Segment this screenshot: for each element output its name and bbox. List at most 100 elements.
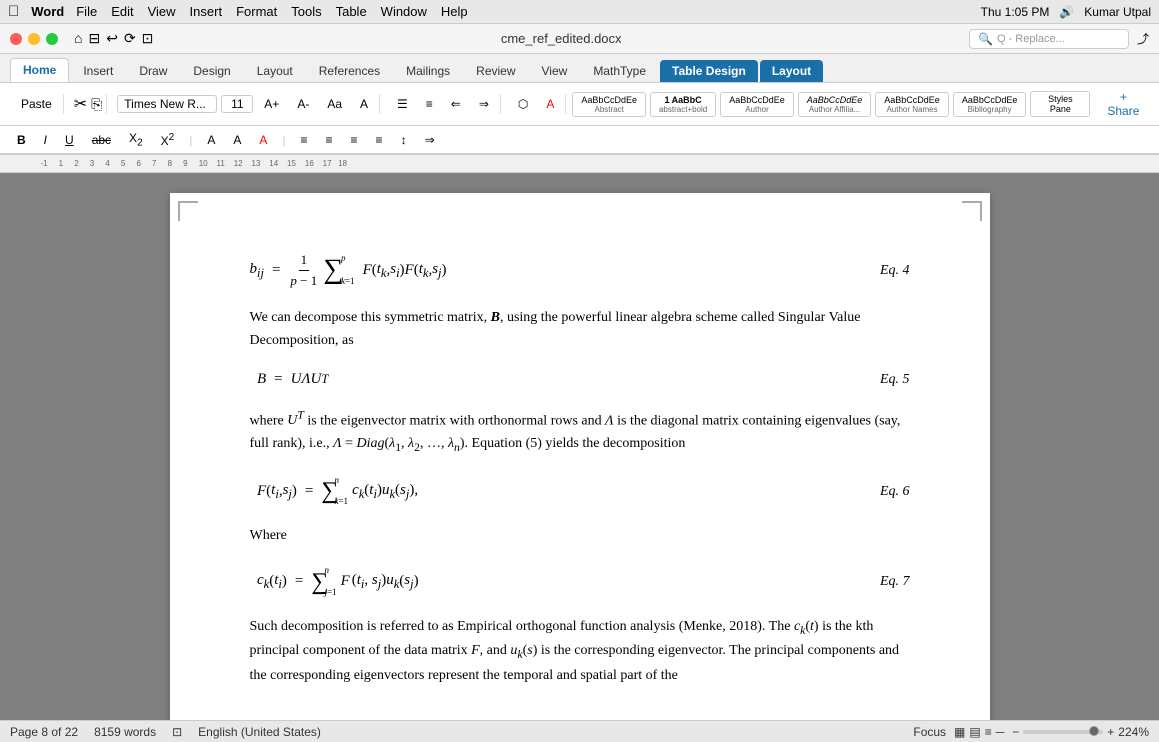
close-button[interactable] — [10, 33, 22, 45]
tab-home[interactable]: Home — [10, 58, 69, 82]
bold-button[interactable]: B — [10, 130, 33, 150]
strikethrough-button[interactable]: abc — [85, 130, 118, 150]
paste-button[interactable]: Paste — [14, 94, 59, 114]
align-left-button[interactable]: ⬡ — [511, 94, 535, 114]
tab-table-design[interactable]: Table Design — [660, 60, 758, 82]
style-author-affil[interactable]: AaBbCcDdEe Author Affilia... — [798, 92, 872, 117]
indent-less-button[interactable]: ⇐ — [444, 94, 468, 114]
tab-mathtype[interactable]: MathType — [581, 60, 658, 82]
undo-icon[interactable]: ↩ — [106, 30, 118, 47]
menubar-volume[interactable]: 🔊 — [1059, 5, 1074, 19]
redo-icon[interactable]: ⟳ — [124, 30, 136, 47]
superscript-button[interactable]: X2 — [154, 129, 182, 151]
main-toolbar: Paste ✂ ⎘ A+ A- Aa A ☰ ≡ ⇐ ⇒ ⬡ A AaBbCcD… — [0, 83, 1159, 126]
highlight-button[interactable]: A — [226, 130, 248, 150]
style-abstract[interactable]: AaBbCcDdEe Abstract — [572, 92, 646, 117]
tab-layout2[interactable]: Layout — [760, 60, 823, 82]
menu-file[interactable]: File — [76, 4, 97, 19]
paragraph-3: Where — [250, 525, 910, 547]
search-box[interactable]: 🔍 Q - Replace... — [969, 29, 1129, 49]
share-icon[interactable]: ⤴ — [1137, 30, 1149, 47]
menu-insert[interactable]: Insert — [190, 4, 223, 19]
share-button[interactable]: + Share — [1100, 87, 1146, 121]
font-name-input[interactable] — [117, 95, 217, 113]
view-icon-list[interactable]: ≡ — [985, 725, 992, 739]
menu-format[interactable]: Format — [236, 4, 277, 19]
focus-button[interactable]: Focus — [913, 725, 946, 739]
save-icon[interactable]: ⊟ — [88, 30, 100, 47]
menu-window[interactable]: Window — [381, 4, 427, 19]
paragraph-4: Such decomposition is referred to as Emp… — [250, 616, 910, 687]
font-color3-button[interactable]: A — [252, 130, 274, 150]
copy-icon[interactable]: ⎘ — [91, 96, 102, 113]
style-author-names[interactable]: AaBbCcDdEe Author Names — [875, 92, 949, 117]
tab-view[interactable]: View — [530, 60, 580, 82]
home-icon[interactable]: ⌂ — [74, 30, 82, 47]
tab-references[interactable]: References — [307, 60, 392, 82]
view-icons: ▦ ▤ ≡ ─ — [954, 725, 1004, 739]
align-center-button[interactable]: ≡ — [319, 130, 340, 150]
tab-review[interactable]: Review — [464, 60, 527, 82]
traffic-lights — [10, 33, 58, 45]
view-icon-dash[interactable]: ─ — [996, 725, 1005, 739]
view-icon-grid[interactable]: ▦ — [954, 725, 965, 739]
track-changes-icon[interactable]: ⊡ — [172, 725, 182, 739]
style-author-label: AaBbCcDdEe — [729, 95, 785, 105]
paste-group: Paste — [10, 94, 64, 114]
styles-pane-label: StylesPane — [1039, 94, 1081, 114]
menu-tools[interactable]: Tools — [291, 4, 321, 19]
italic-button[interactable]: I — [37, 130, 54, 150]
tab-mailings[interactable]: Mailings — [394, 60, 462, 82]
clipboard-icon[interactable]: ✂ — [74, 94, 87, 114]
equation-7-label: Eq. 7 — [880, 571, 910, 592]
styles-pane-button[interactable]: StylesPane — [1030, 91, 1090, 117]
maximize-button[interactable] — [46, 33, 58, 45]
tab-insert[interactable]: Insert — [71, 60, 125, 82]
style-author-names-label: AaBbCcDdEe — [884, 95, 940, 105]
zoom-slider-container: − + 224% — [1012, 725, 1149, 739]
apple-icon[interactable]:  — [8, 3, 19, 20]
font-color2-button[interactable]: A — [200, 130, 222, 150]
ruler: -1 1 2 3 4 5 6 7 8 9 10 11 12 13 14 15 1… — [0, 155, 1159, 173]
align-left2-button[interactable]: ≡ — [294, 130, 315, 150]
menubar-right: Thu 1:05 PM 🔊 Kumar Utpal — [981, 5, 1151, 19]
equation-4-formula: bij = 1 p − 1 ∑ p k=1 F(tk, si)F(tk, sj) — [250, 249, 447, 291]
style-author[interactable]: AaBbCcDdEe Author — [720, 92, 794, 117]
print-icon[interactable]: ⊡ — [142, 30, 154, 47]
font-size-input[interactable] — [221, 95, 253, 113]
font-case-button[interactable]: Aa — [320, 94, 349, 114]
menu-help[interactable]: Help — [441, 4, 468, 19]
subscript-button[interactable]: X2 — [122, 128, 150, 151]
equation-5-label: Eq. 5 — [880, 369, 910, 390]
tab-draw[interactable]: Draw — [127, 60, 179, 82]
minimize-button[interactable] — [28, 33, 40, 45]
justify-button[interactable]: ≡ — [369, 130, 390, 150]
underline-button[interactable]: U — [58, 130, 81, 150]
font-grow-button[interactable]: A+ — [257, 94, 286, 114]
zoom-slider-thumb[interactable] — [1089, 726, 1099, 736]
corner-tl — [178, 201, 198, 221]
zoom-slider[interactable] — [1023, 730, 1103, 734]
language-indicator[interactable]: English (United States) — [198, 725, 321, 739]
style-bibliography-label: AaBbCcDdEe — [962, 95, 1018, 105]
menu-edit[interactable]: Edit — [111, 4, 133, 19]
tab-design[interactable]: Design — [181, 60, 242, 82]
tab-layout[interactable]: Layout — [245, 60, 305, 82]
numbering-button[interactable]: ≡ — [419, 94, 440, 114]
menu-table[interactable]: Table — [336, 4, 367, 19]
indent-more-button[interactable]: ⇒ — [472, 94, 496, 114]
bullets-button[interactable]: ☰ — [390, 94, 415, 114]
style-bibliography[interactable]: AaBbCcDdEe Bibliography — [953, 92, 1027, 117]
zoom-minus-button[interactable]: − — [1012, 725, 1019, 739]
zoom-plus-button[interactable]: + — [1107, 725, 1114, 739]
indent-button[interactable]: ⇒ — [418, 130, 442, 150]
align-right-button[interactable]: ≡ — [344, 130, 365, 150]
clear-format-button[interactable]: A — [353, 94, 375, 114]
zoom-level[interactable]: 224% — [1118, 725, 1149, 739]
font-shrink-button[interactable]: A- — [290, 94, 316, 114]
style-abstract-bold[interactable]: 1 AaBbC abstract+bold — [650, 92, 716, 117]
font-color-button[interactable]: A — [539, 94, 561, 114]
line-space-button[interactable]: ↕ — [394, 130, 414, 150]
menu-view[interactable]: View — [148, 4, 176, 19]
view-icon-lines[interactable]: ▤ — [969, 725, 980, 739]
